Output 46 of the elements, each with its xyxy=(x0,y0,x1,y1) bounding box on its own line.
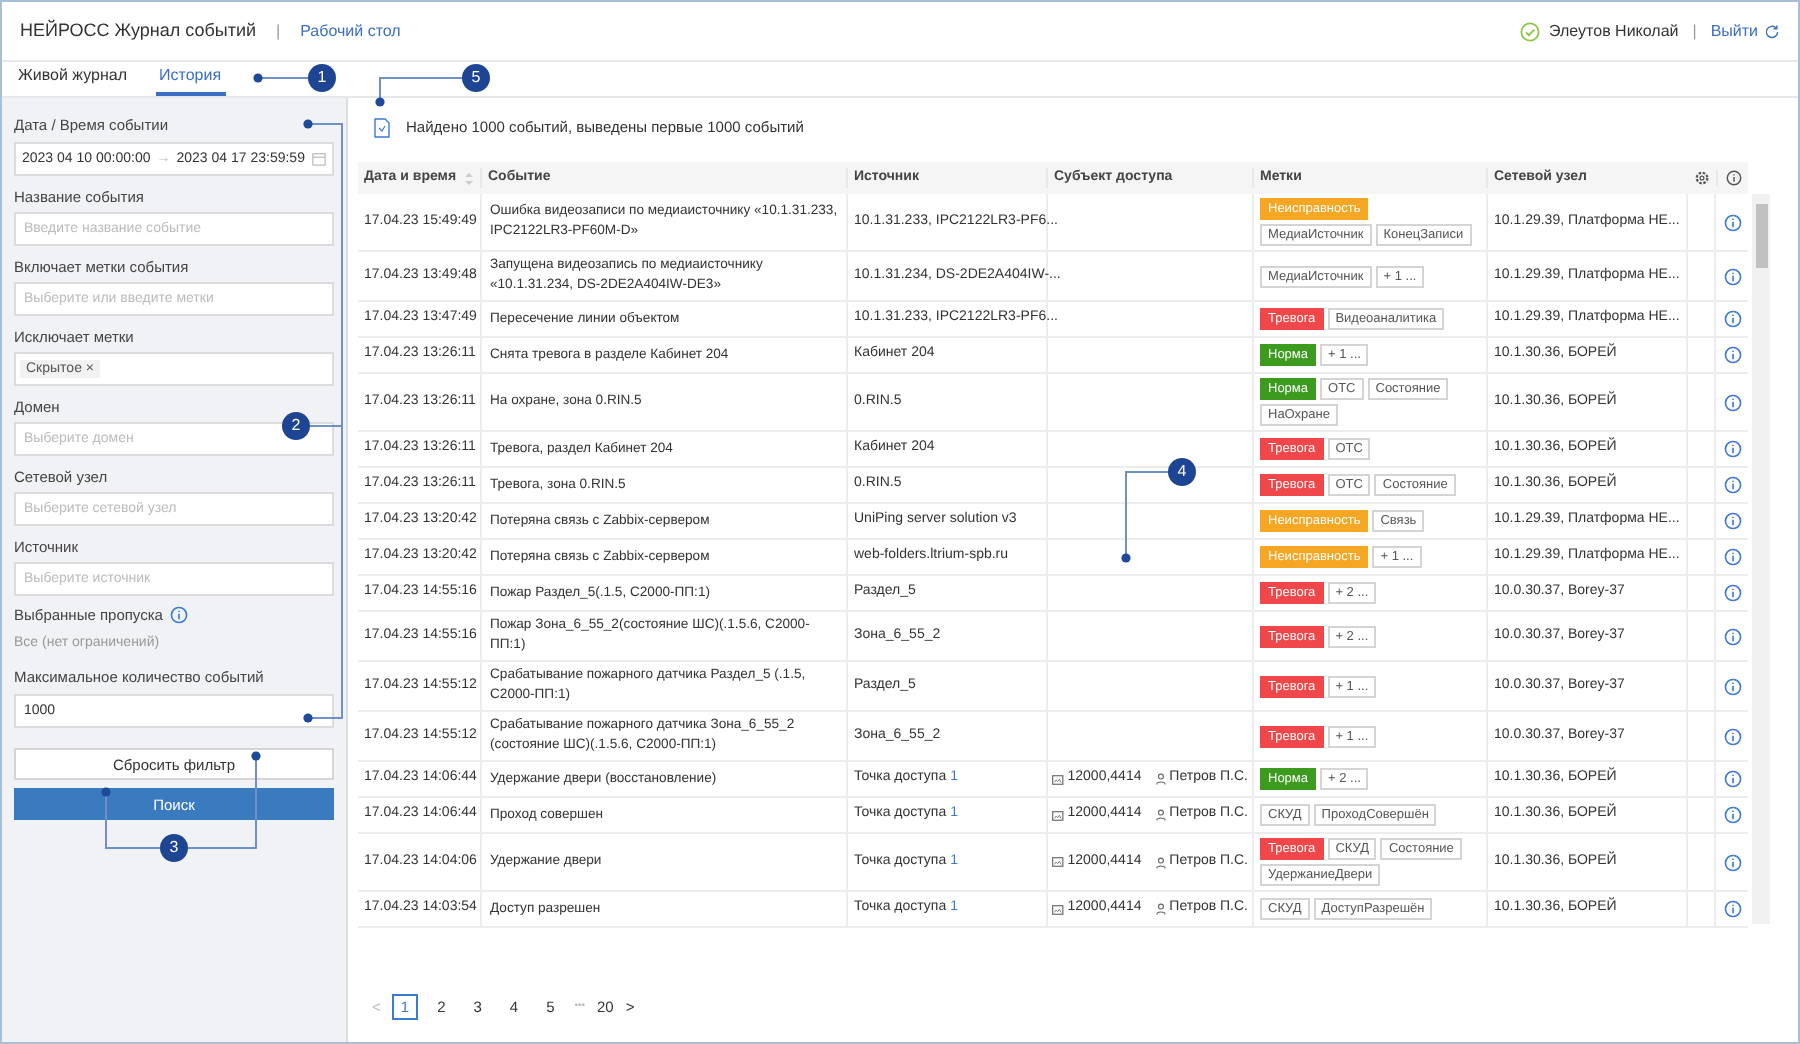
callout-badge: 4 xyxy=(1168,458,1196,486)
info-icon[interactable] xyxy=(1723,346,1741,364)
user-name: Элеутов Николай xyxy=(1549,19,1679,43)
info-icon[interactable] xyxy=(1723,393,1741,411)
info-icon[interactable] xyxy=(1723,627,1741,645)
info-icon[interactable] xyxy=(1723,440,1741,458)
info-icon[interactable] xyxy=(1723,806,1741,824)
callout-line xyxy=(375,77,465,107)
id-card-icon xyxy=(1052,809,1064,821)
info-icon[interactable] xyxy=(1723,548,1741,566)
info-icon[interactable] xyxy=(1725,170,1741,186)
info-icon[interactable] xyxy=(170,606,189,625)
id-card-icon xyxy=(1052,903,1064,915)
calendar-icon xyxy=(312,152,326,167)
person-icon xyxy=(1155,808,1166,822)
id-card-icon xyxy=(1052,856,1064,868)
info-icon[interactable] xyxy=(1723,512,1741,530)
info-icon[interactable] xyxy=(1723,267,1741,285)
info-icon[interactable] xyxy=(1723,476,1741,494)
callout-line xyxy=(253,73,311,83)
settings-icon[interactable] xyxy=(1694,170,1710,186)
info-icon[interactable] xyxy=(1723,310,1741,328)
check-circle-icon xyxy=(1519,21,1540,41)
info-icon[interactable] xyxy=(1723,727,1741,745)
info-icon[interactable] xyxy=(1723,584,1741,602)
logout-icon[interactable] xyxy=(1764,23,1780,39)
tab[interactable]: Живой журнал xyxy=(14,60,131,96)
info-icon[interactable] xyxy=(1723,900,1741,918)
logout-link[interactable]: Выйти xyxy=(1710,19,1780,43)
separator: | xyxy=(276,19,281,43)
callout-badge: 5 xyxy=(462,64,490,92)
app-title: НЕЙРОСС Журнал событий xyxy=(20,17,257,44)
person-icon xyxy=(1155,902,1166,916)
person-icon xyxy=(1155,772,1166,786)
separator: | xyxy=(1692,19,1697,43)
info-icon[interactable] xyxy=(1723,770,1741,788)
info-icon[interactable] xyxy=(1723,853,1741,871)
id-card-icon xyxy=(1052,773,1064,785)
person-icon xyxy=(1155,855,1166,869)
info-icon[interactable] xyxy=(1723,677,1741,695)
desktop-link[interactable]: Рабочий стол xyxy=(300,19,401,43)
info-icon[interactable] xyxy=(1723,213,1741,231)
callout-line xyxy=(1121,471,1171,563)
callout-badge: 1 xyxy=(308,64,336,92)
scrollbar[interactable] xyxy=(1752,194,1770,924)
document-icon[interactable] xyxy=(374,118,390,138)
